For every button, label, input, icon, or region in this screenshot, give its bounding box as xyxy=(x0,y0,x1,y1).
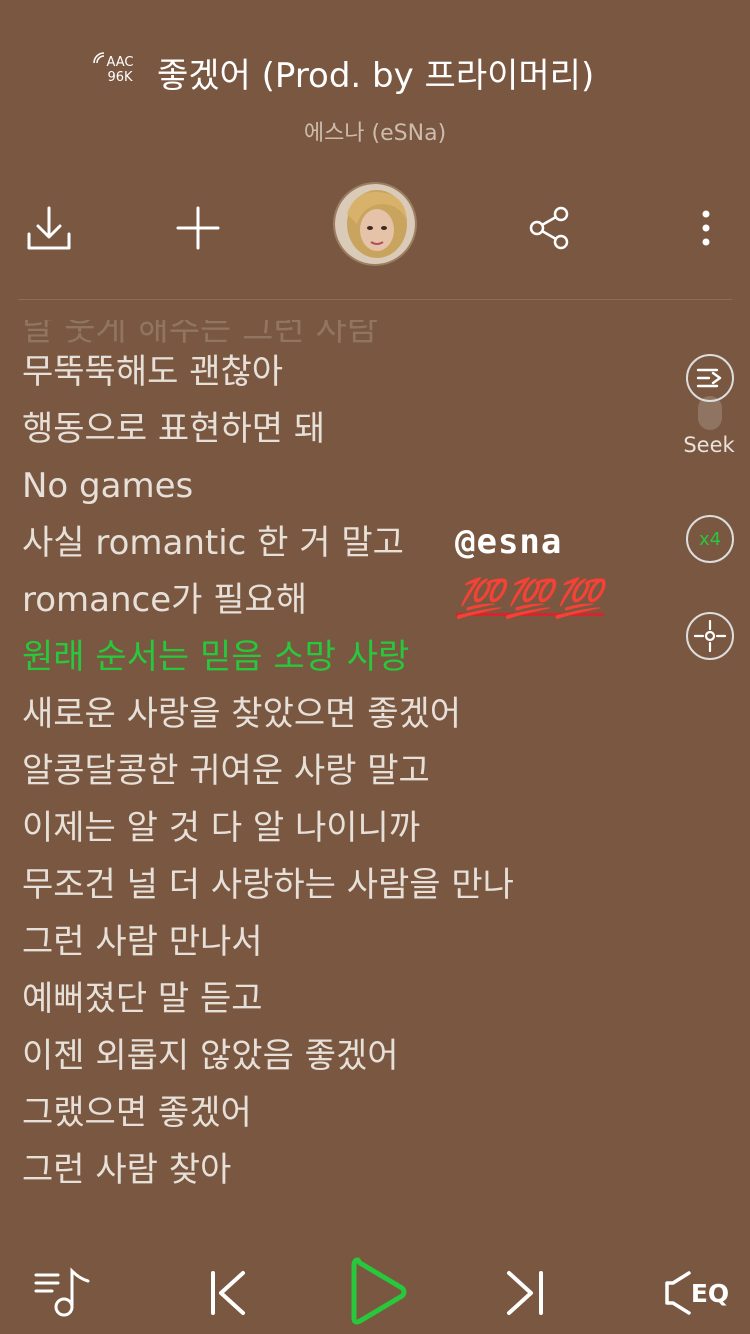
sticker-username: @esna xyxy=(455,522,563,562)
seek-button[interactable] xyxy=(686,354,734,402)
codec-badge: AAC 96K xyxy=(93,52,140,85)
seek-icon xyxy=(696,368,722,388)
share-button[interactable] xyxy=(519,198,579,258)
lyric-line[interactable]: 이젠 외롭지 않았음 좋겠어 xyxy=(22,1028,662,1085)
lyric-line[interactable]: 그런 사람 만나서 xyxy=(22,914,662,971)
skip-previous-icon xyxy=(211,1271,245,1315)
lyric-line-faded: 날 웃게 해주는 그런 사람 xyxy=(22,320,379,349)
artist-photo xyxy=(335,184,415,264)
eq-label: EQ xyxy=(690,1278,730,1308)
lyric-line[interactable]: 그랬으면 좋겠어 xyxy=(22,1085,662,1142)
lyric-line[interactable]: 예뻐졌단 말 듣고 xyxy=(22,971,662,1028)
seek-label: Seek xyxy=(683,433,735,457)
speed-label: x4 xyxy=(698,528,722,550)
artist-name[interactable]: 에스나 (eSNa) xyxy=(0,115,750,147)
lyric-line[interactable]: 새로운 사랑을 찾았으면 좋겠어 xyxy=(22,686,662,743)
lyrics-panel[interactable]: 날 웃게 해주는 그런 사람 무뚝뚝해도 괜찮아 행동으로 표현하면 돼 No … xyxy=(22,320,662,1220)
sticker-hundred-emoji: 💯💯💯 xyxy=(456,576,604,620)
song-title: 좋겠어 (Prod. by 프라이머리) xyxy=(157,56,595,96)
play-button[interactable] xyxy=(343,1252,413,1332)
lyric-line[interactable]: 무조건 널 더 사랑하는 사람을 만나 xyxy=(22,857,662,914)
next-track-button[interactable] xyxy=(492,1258,562,1328)
lyric-line[interactable]: 알콩달콩한 귀여운 사랑 말고 xyxy=(22,743,662,800)
more-vertical-icon xyxy=(702,210,710,246)
crosshair-icon xyxy=(693,619,727,653)
lyric-line[interactable]: 사실 romantic 한 거 말고 xyxy=(22,515,662,572)
previous-track-button[interactable] xyxy=(190,1258,260,1328)
lyric-line[interactable]: No games xyxy=(22,458,662,515)
skip-next-icon xyxy=(507,1271,543,1315)
codec-bitrate: 96K xyxy=(107,70,133,85)
locate-current-line-button[interactable] xyxy=(686,612,734,660)
more-options-button[interactable] xyxy=(676,198,736,258)
lyric-lines: 무뚝뚝해도 괜찮아 행동으로 표현하면 돼 No games 사실 romant… xyxy=(22,344,662,1199)
play-icon xyxy=(351,1257,407,1325)
lyric-line-current[interactable]: 원래 순서는 믿음 소망 사랑 xyxy=(22,629,662,686)
download-icon xyxy=(27,206,71,250)
playlist-button[interactable] xyxy=(28,1258,98,1328)
speaker-icon xyxy=(665,1271,691,1315)
equalizer-button[interactable]: EQ xyxy=(656,1258,736,1328)
playlist-music-icon xyxy=(34,1267,90,1317)
lyric-line[interactable]: 무뚝뚝해도 괜찮아 xyxy=(22,344,662,401)
download-button[interactable] xyxy=(19,198,79,258)
signal-icon xyxy=(93,52,105,64)
speed-button[interactable]: x4 xyxy=(686,515,734,563)
lyric-line[interactable]: 이제는 알 것 다 알 나이니까 xyxy=(22,800,662,857)
share-icon xyxy=(529,206,569,250)
lyric-line[interactable]: 행동으로 표현하면 돼 xyxy=(22,401,662,458)
artist-avatar[interactable] xyxy=(333,182,417,266)
header-divider xyxy=(18,299,732,300)
lyric-line[interactable]: 그런 사람 찾아 xyxy=(22,1142,662,1199)
plus-icon xyxy=(176,206,220,250)
add-to-playlist-button[interactable] xyxy=(168,198,228,258)
codec-format: AAC xyxy=(106,55,134,70)
